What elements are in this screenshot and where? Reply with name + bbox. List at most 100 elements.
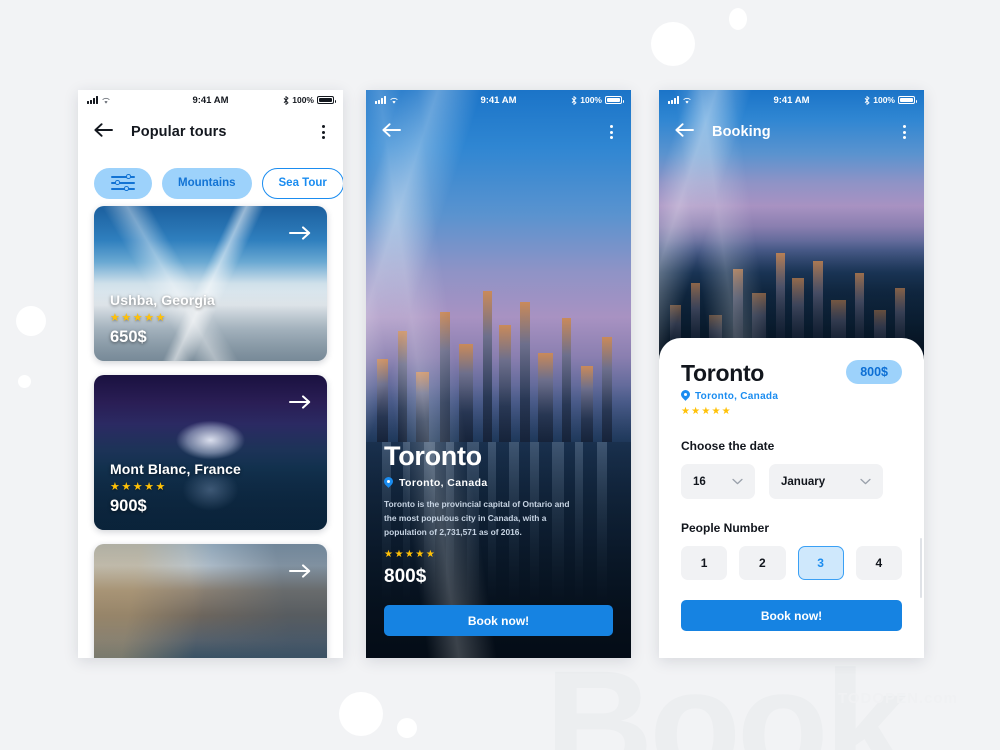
chip-filter-icon[interactable] <box>94 167 152 199</box>
tour-rating: ★★★★★ <box>681 406 732 417</box>
arrow-right-icon[interactable] <box>289 226 311 245</box>
tour-card-body: Ushba, Georgia ★★★★★ 650$ <box>110 292 215 347</box>
status-left <box>375 96 399 105</box>
wifi-icon <box>390 97 398 104</box>
people-option-2[interactable]: 2 <box>739 546 786 580</box>
tour-card[interactable]: Ushba, Georgia ★★★★★ 650$ <box>94 206 327 361</box>
app-bar <box>366 110 631 154</box>
booking-header: Toronto 800$ <box>681 360 902 387</box>
page-title: Booking <box>712 124 771 140</box>
battery-percent: 100% <box>580 95 602 105</box>
decor-circle <box>397 718 417 738</box>
decor-circle <box>18 375 31 388</box>
book-now-button[interactable]: Book now! <box>681 600 902 631</box>
status-right: 100% <box>283 95 336 105</box>
tour-title: Toronto <box>384 441 482 472</box>
month-select[interactable]: January <box>769 464 883 499</box>
book-now-button[interactable]: Book now! <box>384 605 613 636</box>
chip-sea-tour[interactable]: Sea Tour <box>261 167 343 199</box>
scrollbar[interactable] <box>920 538 922 598</box>
tour-price: 800$ <box>384 566 427 587</box>
tour-title: Ushba, Georgia <box>110 292 215 308</box>
chevron-down-icon <box>860 476 871 488</box>
decor-circle <box>16 306 46 336</box>
tour-card-body: Mont Blanc, France ★★★★★ 900$ <box>110 461 241 516</box>
decor-circle <box>339 692 383 736</box>
signal-icon <box>87 96 98 104</box>
tour-description: Toronto is the provincial capital of Ont… <box>384 499 570 538</box>
battery-percent: 100% <box>873 95 895 105</box>
people-option-3[interactable]: 3 <box>797 546 844 580</box>
day-select[interactable]: 16 <box>681 464 755 499</box>
choose-date-label: Choose the date <box>681 439 775 453</box>
date-selectors: 16 January <box>681 464 902 499</box>
month-value: January <box>781 475 826 488</box>
tour-card[interactable]: Mont Blanc, France ★★★★★ 900$ <box>94 375 327 530</box>
phone-screen-popular-tours: 9:41 AM 100% Popular tours Mountains Sea… <box>78 90 343 658</box>
chevron-down-icon <box>732 476 743 488</box>
wifi-icon <box>683 97 691 104</box>
tour-location: Toronto, Canada <box>399 477 488 490</box>
status-left <box>87 96 111 105</box>
booking-title-group: Toronto <box>681 360 764 387</box>
signal-icon <box>375 96 386 104</box>
tour-rating: ★★★★★ <box>110 312 167 324</box>
decor-circle <box>729 8 747 30</box>
tour-title: Mont Blanc, France <box>110 461 241 477</box>
bluetooth-icon <box>571 95 577 105</box>
screenshot-canvas: Book TODOPEN.com 9:41 AM 100% Popular to… <box>0 0 1000 750</box>
battery-icon <box>898 96 917 104</box>
skyline-graphic <box>366 283 631 443</box>
wifi-icon <box>102 97 110 104</box>
signal-icon <box>668 96 679 104</box>
bluetooth-icon <box>283 95 289 105</box>
app-bar: Booking <box>659 110 924 154</box>
tour-card-list: Ushba, Georgia ★★★★★ 650$ Mont Blanc, Fr… <box>78 206 343 658</box>
tour-price: 900$ <box>110 497 147 515</box>
status-bar: 9:41 AM 100% <box>78 90 343 110</box>
battery-icon <box>605 96 624 104</box>
people-number-group: 1 2 3 4 <box>681 546 902 580</box>
price-badge: 800$ <box>846 360 902 384</box>
back-arrow-icon[interactable] <box>382 122 401 142</box>
site-watermark: TODOPEN.com <box>838 690 958 707</box>
people-option-4[interactable]: 4 <box>855 546 902 580</box>
status-right: 100% <box>571 95 624 105</box>
tour-location-row: Toronto, Canada <box>679 388 902 402</box>
phone-screen-tour-detail: 9:41 AM 100% Toronto Toronto, Canada Tor… <box>366 90 631 658</box>
status-bar: 9:41 AM 100% <box>366 90 631 110</box>
overflow-menu-icon[interactable] <box>608 121 615 143</box>
battery-percent: 100% <box>292 95 314 105</box>
tour-photo-shkhara <box>94 544 327 658</box>
tour-rating: ★★★★★ <box>110 481 167 493</box>
status-left <box>668 96 692 105</box>
back-arrow-icon[interactable] <box>94 122 113 142</box>
location-pin-icon <box>679 388 692 402</box>
overflow-menu-icon[interactable] <box>901 121 908 143</box>
booking-sheet: Toronto 800$ Toronto, Canada ★★★★★ Choos… <box>659 338 924 658</box>
chip-mountains[interactable]: Mountains <box>162 167 252 199</box>
day-value: 16 <box>693 475 706 488</box>
tour-title: Toronto <box>681 360 765 386</box>
tour-card[interactable]: Shkhara, Georgia <box>94 544 327 658</box>
sliders-icon <box>111 174 135 191</box>
back-arrow-icon[interactable] <box>675 122 694 142</box>
arrow-right-icon[interactable] <box>289 395 311 414</box>
app-bar: Popular tours <box>78 110 343 154</box>
people-option-1[interactable]: 1 <box>681 546 728 580</box>
overflow-menu-icon[interactable] <box>320 121 327 143</box>
status-right: 100% <box>864 95 917 105</box>
page-title: Popular tours <box>131 124 227 140</box>
phone-screen-booking: 9:41 AM 100% Booking Toronto 800$ Toront… <box>659 90 924 658</box>
tour-rating: ★★★★★ <box>384 549 437 560</box>
tour-detail-content: Toronto Toronto, Canada Toronto is the p… <box>382 441 613 588</box>
decor-circle <box>651 22 695 66</box>
arrow-right-icon[interactable] <box>289 564 311 583</box>
people-number-label: People Number <box>681 521 770 535</box>
filter-chip-row[interactable]: Mountains Sea Tour <box>78 154 343 206</box>
battery-icon <box>317 96 336 104</box>
location-pin-icon <box>382 475 395 489</box>
bluetooth-icon <box>864 95 870 105</box>
tour-price: 650$ <box>110 328 147 346</box>
tour-location-row: Toronto, Canada <box>382 475 613 490</box>
